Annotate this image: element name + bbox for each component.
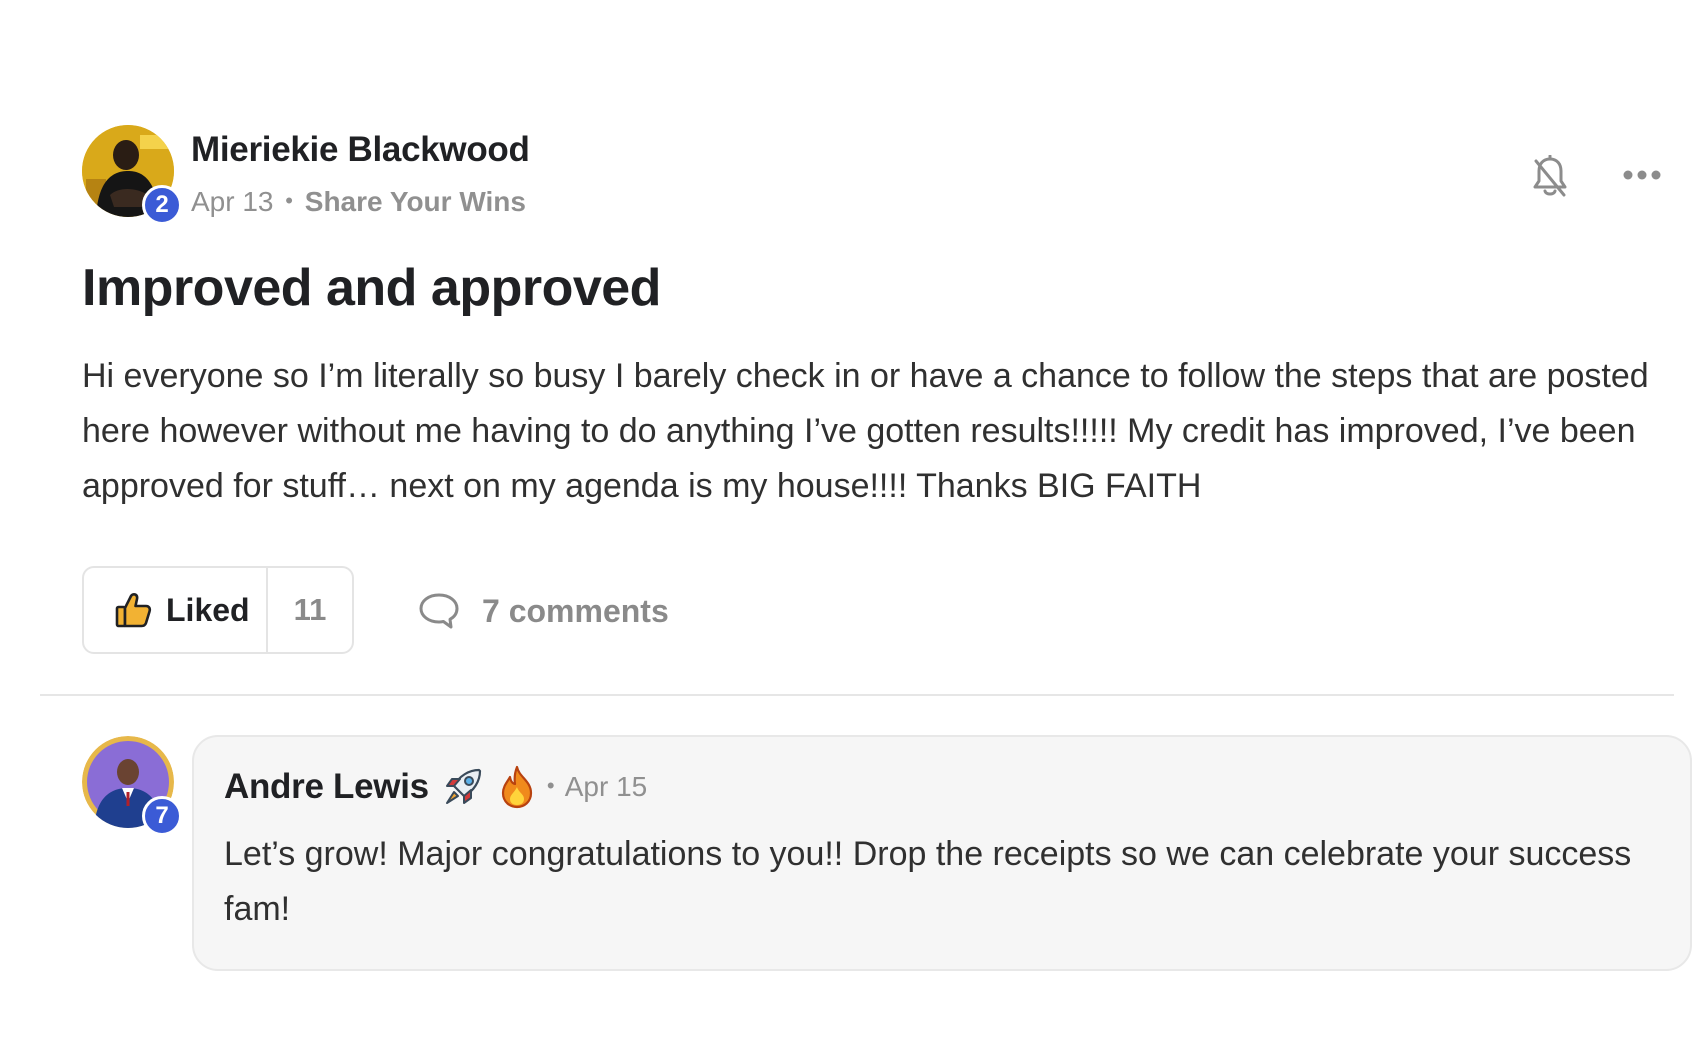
post-card: 2 Mieriekie Blackwood Apr 13 • Share You… <box>0 0 1700 1063</box>
author-name[interactable]: Mieriekie Blackwood <box>191 130 530 170</box>
post-category[interactable]: Share Your Wins <box>305 186 526 217</box>
bell-off-icon <box>1533 155 1567 197</box>
level-badge: 7 <box>142 796 182 836</box>
like-label: Liked <box>166 591 250 628</box>
rocket-icon <box>445 768 481 804</box>
commenter-avatar[interactable]: 7 <box>82 736 182 836</box>
notification-toggle-button[interactable] <box>1528 152 1572 202</box>
level-badge: 2 <box>142 185 182 225</box>
rocket-emoji <box>441 765 485 809</box>
meta-separator: • <box>285 188 293 213</box>
comment-header: Andre Lewis • Apr 15 <box>224 765 647 809</box>
comment-text: Let’s grow! Major congratulations to you… <box>224 835 1632 928</box>
fire-icon <box>501 765 532 809</box>
author-avatar[interactable]: 2 <box>82 125 182 225</box>
like-count[interactable]: 11 <box>268 568 352 652</box>
speech-bubble-icon <box>419 593 459 629</box>
meta-separator: • <box>546 773 555 798</box>
like-control: Liked 11 <box>82 566 354 654</box>
comment-date-wrap: • Apr 15 <box>547 771 647 803</box>
more-horizontal-icon <box>1623 170 1661 180</box>
commenter-name[interactable]: Andre Lewis <box>224 767 429 807</box>
more-options-button[interactable] <box>1620 160 1664 190</box>
post-date: Apr 13 <box>191 186 274 217</box>
comments-count-label: 7 comments <box>482 592 669 629</box>
post-body: Hi everyone so I’m literally so busy I b… <box>82 357 1649 505</box>
thumbs-up-icon <box>115 593 152 628</box>
post-title: Improved and approved <box>82 259 661 317</box>
divider <box>40 694 1674 696</box>
comment-bubble: Andre Lewis • Apr 15 Let’s grow! Major c… <box>192 735 1692 971</box>
fire-emoji <box>497 765 537 809</box>
post-meta: Apr 13 • Share Your Wins <box>191 186 526 218</box>
comments-button[interactable]: 7 comments <box>418 588 669 634</box>
comment-date: Apr 15 <box>564 771 648 802</box>
like-button[interactable]: Liked <box>84 568 268 652</box>
